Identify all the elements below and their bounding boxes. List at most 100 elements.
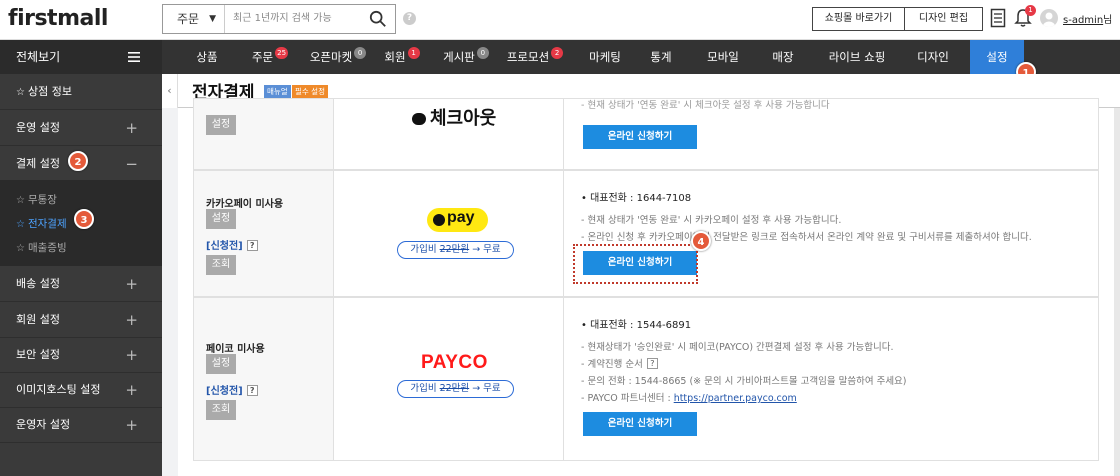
user-icon [1043, 12, 1055, 27]
help-icon[interactable]: ? [403, 12, 416, 25]
nav-board[interactable]: 게시판 0 [438, 40, 494, 74]
nav-label: 회원 [384, 50, 406, 64]
sidebar-collapse-button[interactable]: ‹ [162, 74, 178, 108]
note-line: - 문의 전화 : 1544-8665 (※ 문의 시 가비아퍼스트몰 고객임을… [581, 376, 907, 387]
scrollbar[interactable] [1114, 108, 1120, 476]
sidebar-sub-receipt[interactable]: ☆ 매출증빙 [16, 240, 67, 255]
nav-badge: 2 [551, 47, 564, 59]
checkout-logo: 체크아웃 [412, 104, 496, 130]
online-apply-button[interactable]: 온라인 신청하기 [583, 125, 697, 149]
nav-live-shopping[interactable]: 라이브 쇼핑 [822, 40, 892, 74]
sidebar-item-label: 운영 설정 [16, 121, 60, 134]
sidebar-item-image-hosting[interactable]: 이미지호스팅 설정 + [0, 372, 162, 408]
nav-marketing[interactable]: 마케팅 [580, 40, 630, 74]
query-button[interactable]: 조회 [206, 255, 236, 275]
star-icon: ☆ [16, 219, 25, 230]
nav-label: 게시판 [443, 50, 475, 64]
sidebar-sub-label: 매출증빙 [27, 242, 67, 254]
partner-center-link[interactable]: https://partner.payco.com [674, 393, 797, 404]
kakaopay-price-badge: 가입비 22만원 → 무료 [397, 241, 514, 259]
plus-icon: + [125, 275, 138, 293]
user-suffix: 님 [1103, 15, 1113, 26]
chevron-left-icon: ‹ [167, 84, 172, 97]
nav-badge: 0 [354, 47, 367, 59]
status-label: [신청전] [206, 386, 243, 397]
sidebar-sub-bank[interactable]: ☆ 무통장 [16, 192, 57, 207]
setting-button[interactable]: 설정 [206, 115, 236, 135]
kakao-dot-icon [433, 214, 445, 226]
main-content: 설정 - 현재 상태가 '연동 완료' 시 체크아웃 설정 후 사용 가능합니다… [178, 98, 1114, 476]
card-left: 카카오페이 미사용 설정 [신청전]? 조회 [194, 171, 334, 296]
all-view-toggle[interactable]: 전체보기 [0, 40, 162, 74]
search-box: 주문 ▼ 최근 1년까지 검색 가능 [162, 4, 396, 34]
sidebar-item-operation[interactable]: 운영 설정 + [0, 110, 162, 146]
help-icon[interactable]: ? [246, 385, 258, 396]
online-apply-button[interactable]: 온라인 신청하기 [583, 412, 697, 436]
sidebar-item-operator[interactable]: 운영자 설정 + [0, 407, 162, 443]
payco-price-badge: 가입비 22만원 → 무료 [397, 380, 514, 398]
user-menu[interactable]: s-admin님 [1063, 11, 1112, 26]
search-icon[interactable] [369, 10, 387, 28]
apply-status-link[interactable]: [신청전]? [206, 382, 258, 397]
nav-mobile[interactable]: 모바일 [700, 40, 746, 74]
sidebar-item-label: 회원 설정 [16, 313, 60, 326]
sidebar-sub-epayment[interactable]: ☆ 전자결제 [16, 216, 67, 231]
note-line: - 현재상태가 '승인완료' 시 페이코(PAYCO) 간편결제 설정 후 사용… [581, 342, 894, 353]
avatar[interactable] [1040, 9, 1058, 27]
phone-label: 대표전화 : 1644-7108 [590, 193, 692, 204]
nav-openmarket[interactable]: 오픈마켓 0 [305, 40, 371, 74]
nav-store[interactable]: 매장 [762, 40, 804, 74]
card-logo [334, 171, 564, 296]
query-button[interactable]: 조회 [206, 400, 236, 420]
help-icon[interactable]: ? [646, 358, 658, 369]
nav-label: 주문 [251, 50, 274, 64]
kakaopay-logo: pay [427, 208, 488, 232]
sidebar-item-member[interactable]: 회원 설정 + [0, 302, 162, 338]
sidebar-item-label: 배송 설정 [16, 277, 60, 290]
checkout-card: 설정 - 현재 상태가 '연동 완료' 시 체크아웃 설정 후 사용 가능합니다… [193, 98, 1099, 170]
setting-button[interactable]: 설정 [206, 209, 236, 229]
sidebar-sub-label: 무통장 [27, 194, 57, 206]
search-input[interactable]: 최근 1년까지 검색 가능 [233, 5, 332, 33]
apply-status-link[interactable]: [신청전]? [206, 237, 258, 252]
sidebar-item-label: 이미지호스팅 설정 [16, 383, 101, 396]
all-view-label: 전체보기 [16, 50, 61, 64]
nav-design[interactable]: 디자인 [908, 40, 958, 74]
card-info: • 대표전화 : 1544-6891 - 현재상태가 '승인완료' 시 페이코(… [565, 298, 1100, 460]
nav-order[interactable]: 주문 25 [244, 40, 296, 74]
nav-product[interactable]: 상품 [186, 40, 228, 74]
price-prefix: 가입비 [410, 383, 440, 394]
manual-tag[interactable]: 매뉴얼 [264, 85, 291, 98]
shop-shortcut-button[interactable]: 쇼핑몰 바로가기 [812, 7, 905, 31]
plus-icon: + [125, 416, 138, 434]
note-line: - 온라인 신청 후 카카오페이에서 전달받은 링크로 접속하셔서 온라인 계약… [581, 232, 1032, 243]
design-edit-button[interactable]: 디자인 편집 [904, 7, 983, 31]
nav-promotion[interactable]: 프로모션 2 [503, 40, 567, 74]
note-line: - 현재 상태가 '연동 완료' 시 카카오페이 설정 후 사용 가능합니다. [581, 215, 842, 226]
sidebar-item-store-info[interactable]: ☆ 상점 정보 [0, 74, 162, 110]
document-icon[interactable] [990, 8, 1006, 28]
help-icon[interactable]: ? [246, 240, 258, 251]
note-line: - 계약진행 순서? [581, 356, 658, 370]
nav-member[interactable]: 회원 1 [380, 40, 424, 74]
nav-badge: 25 [275, 47, 289, 59]
firstmall-logo[interactable]: firstmall [8, 6, 108, 31]
price-old: 22만원 [439, 244, 470, 255]
nav-badge: 1 [407, 47, 420, 59]
star-icon: ☆ [16, 243, 25, 254]
setting-button[interactable]: 설정 [206, 354, 236, 374]
nav-label: 오픈마켓 [309, 50, 353, 64]
sidebar-item-security[interactable]: 보안 설정 + [0, 337, 162, 373]
star-icon: ☆ [16, 195, 25, 206]
price-new: → 무료 [469, 383, 501, 394]
card-logo [334, 298, 564, 460]
nav-statistics[interactable]: 통계 [641, 40, 681, 74]
search-category-select[interactable]: 주문 ▼ [163, 5, 225, 33]
phone-info: • 대표전화 : 1544-6891 [581, 320, 692, 331]
sidebar-item-shipping[interactable]: 배송 설정 + [0, 266, 162, 302]
payco-logo: PAYCO [421, 352, 488, 373]
note-text: - 계약진행 순서 [581, 359, 643, 370]
plus-icon: + [125, 119, 138, 137]
highlight-box [573, 244, 698, 284]
nav-label: 프로모션 [506, 50, 550, 64]
